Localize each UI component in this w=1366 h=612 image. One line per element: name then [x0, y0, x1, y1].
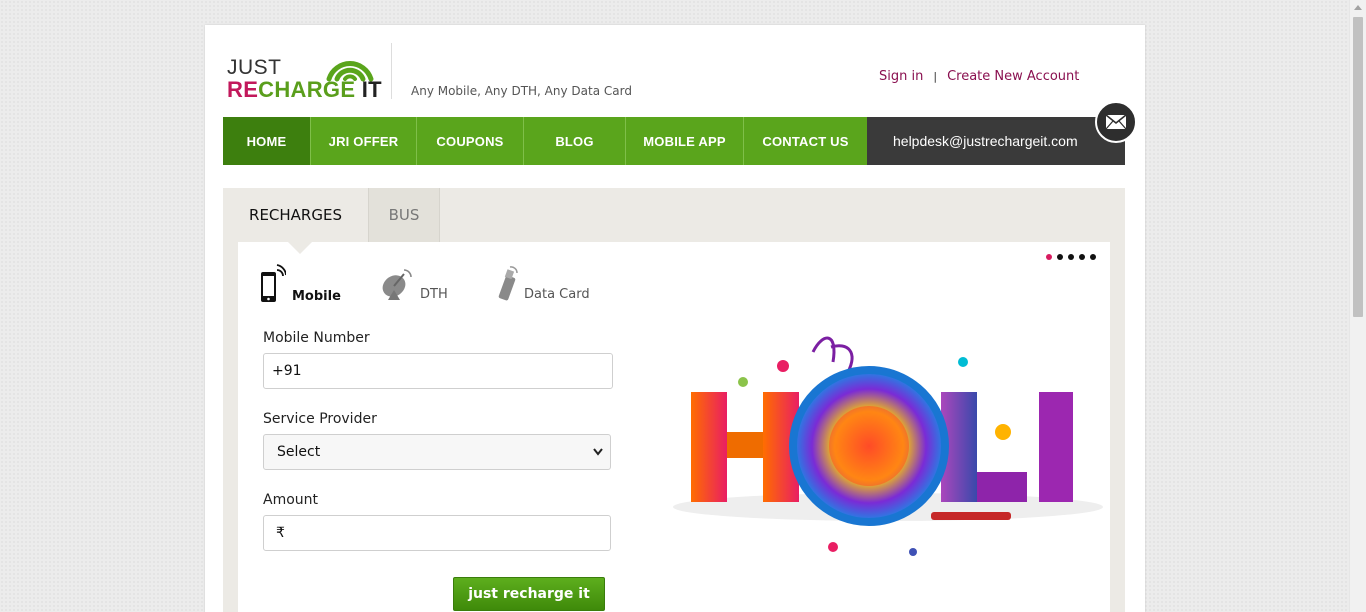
envelope-icon[interactable] — [1095, 101, 1137, 143]
scroll-thumb[interactable] — [1353, 17, 1363, 317]
logo[interactable]: JUST RECHARGE IT — [227, 39, 382, 102]
service-provider-select[interactable]: Select — [263, 434, 611, 470]
slider-dot[interactable] — [1057, 254, 1063, 260]
page-container: JUST RECHARGE IT Any Mobile, Any DTH, An… — [205, 25, 1145, 612]
chevron-down-icon — [593, 448, 603, 456]
tab-bus[interactable]: BUS — [368, 188, 440, 242]
active-tab-pointer — [288, 242, 312, 254]
recharge-form-area: Mobile DTH Data Card Mobile Number +91 S… — [238, 242, 1110, 612]
link-separator: | — [933, 70, 938, 83]
holi-banner-image — [673, 336, 1103, 556]
service-dth-label: DTH — [420, 287, 448, 302]
service-mobile[interactable]: Mobile — [260, 264, 341, 304]
account-links: Sign in | Create New Account — [879, 69, 1079, 84]
tagline: Any Mobile, Any DTH, Any Data Card — [411, 84, 632, 98]
service-provider-label: Service Provider — [263, 411, 377, 427]
service-dth[interactable]: DTH — [380, 266, 448, 302]
recharge-submit-button[interactable]: just recharge it — [453, 577, 605, 611]
helpdesk-email[interactable]: helpdesk@justrechargeit.com — [867, 101, 1137, 165]
logo-text-recharge: RECHARGE IT — [227, 77, 382, 102]
service-data-card[interactable]: Data Card — [498, 266, 590, 302]
mobile-number-value: +91 — [272, 363, 302, 379]
rupee-icon: ₹ — [276, 525, 285, 541]
service-mobile-label: Mobile — [292, 289, 341, 304]
amount-label: Amount — [263, 492, 319, 508]
tab-bar: RECHARGES BUS — [223, 188, 440, 242]
service-provider-value: Select — [277, 444, 321, 460]
slider-dots — [1046, 254, 1096, 260]
scrollbar[interactable] — [1349, 0, 1366, 612]
mobile-phone-icon — [261, 264, 286, 302]
nav-blog[interactable]: BLOG — [524, 117, 626, 165]
slider-dot[interactable] — [1068, 254, 1074, 260]
slider-dot[interactable] — [1079, 254, 1085, 260]
helpdesk-email-text: helpdesk@justrechargeit.com — [893, 133, 1078, 149]
header-divider — [391, 43, 392, 99]
nav-jri-offer[interactable]: JRI OFFER — [311, 117, 417, 165]
nav-home[interactable]: HOME — [223, 117, 311, 165]
nav-coupons[interactable]: COUPONS — [417, 117, 524, 165]
usb-datacard-icon — [498, 266, 518, 301]
mobile-number-label: Mobile Number — [263, 330, 370, 346]
nav-contact-us[interactable]: CONTACT US — [744, 117, 867, 165]
scroll-up-icon[interactable] — [1354, 5, 1362, 10]
amount-input[interactable]: ₹ — [263, 515, 611, 551]
recharge-panel: RECHARGES BUS Mobile DTH Data Card Mobil… — [223, 188, 1125, 612]
sign-in-link[interactable]: Sign in — [879, 69, 923, 84]
service-data-card-label: Data Card — [524, 287, 590, 302]
satellite-dish-icon — [382, 269, 412, 300]
nav-mobile-app[interactable]: MOBILE APP — [626, 117, 744, 165]
main-navigation: HOME JRI OFFER COUPONS BLOG MOBILE APP C… — [223, 101, 1137, 165]
create-account-link[interactable]: Create New Account — [947, 69, 1079, 84]
slider-dot[interactable] — [1046, 254, 1052, 260]
slider-dot[interactable] — [1090, 254, 1096, 260]
tab-recharges[interactable]: RECHARGES — [223, 188, 368, 242]
mobile-number-input[interactable]: +91 — [263, 353, 613, 389]
